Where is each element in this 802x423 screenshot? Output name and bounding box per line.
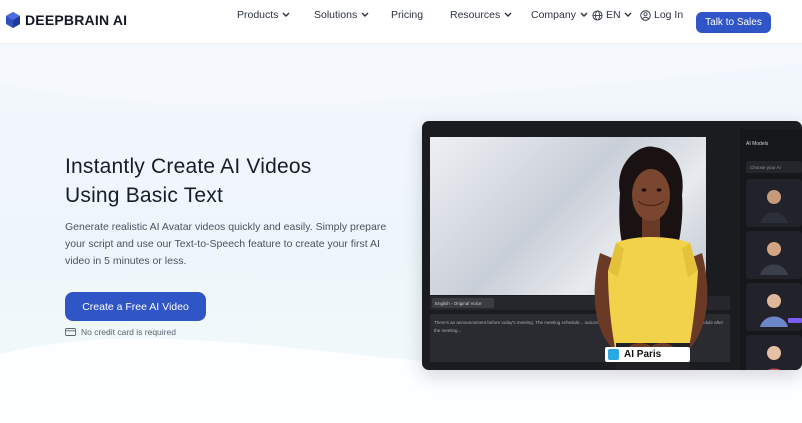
avatar-thumbnail-image bbox=[767, 346, 781, 370]
chevron-down-icon bbox=[282, 12, 290, 17]
avatar-thumbnail[interactable] bbox=[746, 283, 802, 331]
status-badge bbox=[788, 318, 802, 323]
avatar-thumbnail[interactable] bbox=[746, 231, 802, 279]
hero-subtitle: Generate realistic AI Avatar videos quic… bbox=[65, 221, 387, 267]
chevron-down-icon bbox=[580, 12, 588, 17]
language-selector[interactable]: EN bbox=[592, 9, 632, 21]
nav-item-products[interactable]: Products bbox=[237, 9, 290, 21]
no-credit-card-note: No credit card is required bbox=[65, 327, 176, 337]
avatar-logo-icon bbox=[608, 349, 619, 360]
avatar-thumbnail[interactable] bbox=[746, 335, 802, 370]
app-mockup: English - Original Voice There's an anno… bbox=[422, 121, 802, 370]
nav-item-solutions[interactable]: Solutions bbox=[314, 9, 369, 21]
credit-card-icon bbox=[65, 328, 76, 336]
top-nav: DEEPBRAIN AI Products Solutions Pricing … bbox=[0, 0, 802, 44]
voice-selector[interactable]: English - Original Voice bbox=[432, 298, 494, 308]
avatar-thumbnail-image bbox=[760, 294, 788, 327]
globe-icon bbox=[592, 9, 603, 21]
talk-to-sales-button[interactable]: Talk to Sales bbox=[696, 12, 771, 33]
ai-avatar-figure bbox=[594, 146, 708, 370]
avatar-thumbnail-image bbox=[760, 242, 788, 275]
create-free-video-button[interactable]: Create a Free AI Video bbox=[65, 292, 206, 321]
user-icon bbox=[640, 9, 651, 21]
choose-ai-search[interactable]: Choose your AI bbox=[746, 161, 802, 173]
nav-item-pricing[interactable]: Pricing bbox=[391, 9, 423, 21]
login-link[interactable]: Log In bbox=[640, 9, 683, 21]
avatar-thumbnail-image bbox=[760, 190, 788, 223]
logo-cube-icon bbox=[6, 12, 20, 28]
ai-models-panel: AI Models Choose your AI bbox=[740, 129, 802, 370]
avatar-name-tag: AI Paris bbox=[605, 347, 690, 362]
hero-title: Instantly Create AI Videos Using Basic T… bbox=[65, 155, 312, 207]
panel-title: AI Models bbox=[746, 141, 769, 147]
chevron-down-icon bbox=[361, 12, 369, 17]
avatar-thumbnail[interactable] bbox=[746, 179, 802, 227]
nav-item-resources[interactable]: Resources bbox=[450, 9, 512, 21]
chevron-down-icon bbox=[504, 12, 512, 17]
chevron-down-icon bbox=[624, 12, 632, 17]
nav-item-company[interactable]: Company bbox=[531, 9, 588, 21]
brand-logo[interactable]: DEEPBRAIN AI bbox=[6, 12, 127, 28]
brand-name: DEEPBRAIN AI bbox=[25, 12, 128, 28]
